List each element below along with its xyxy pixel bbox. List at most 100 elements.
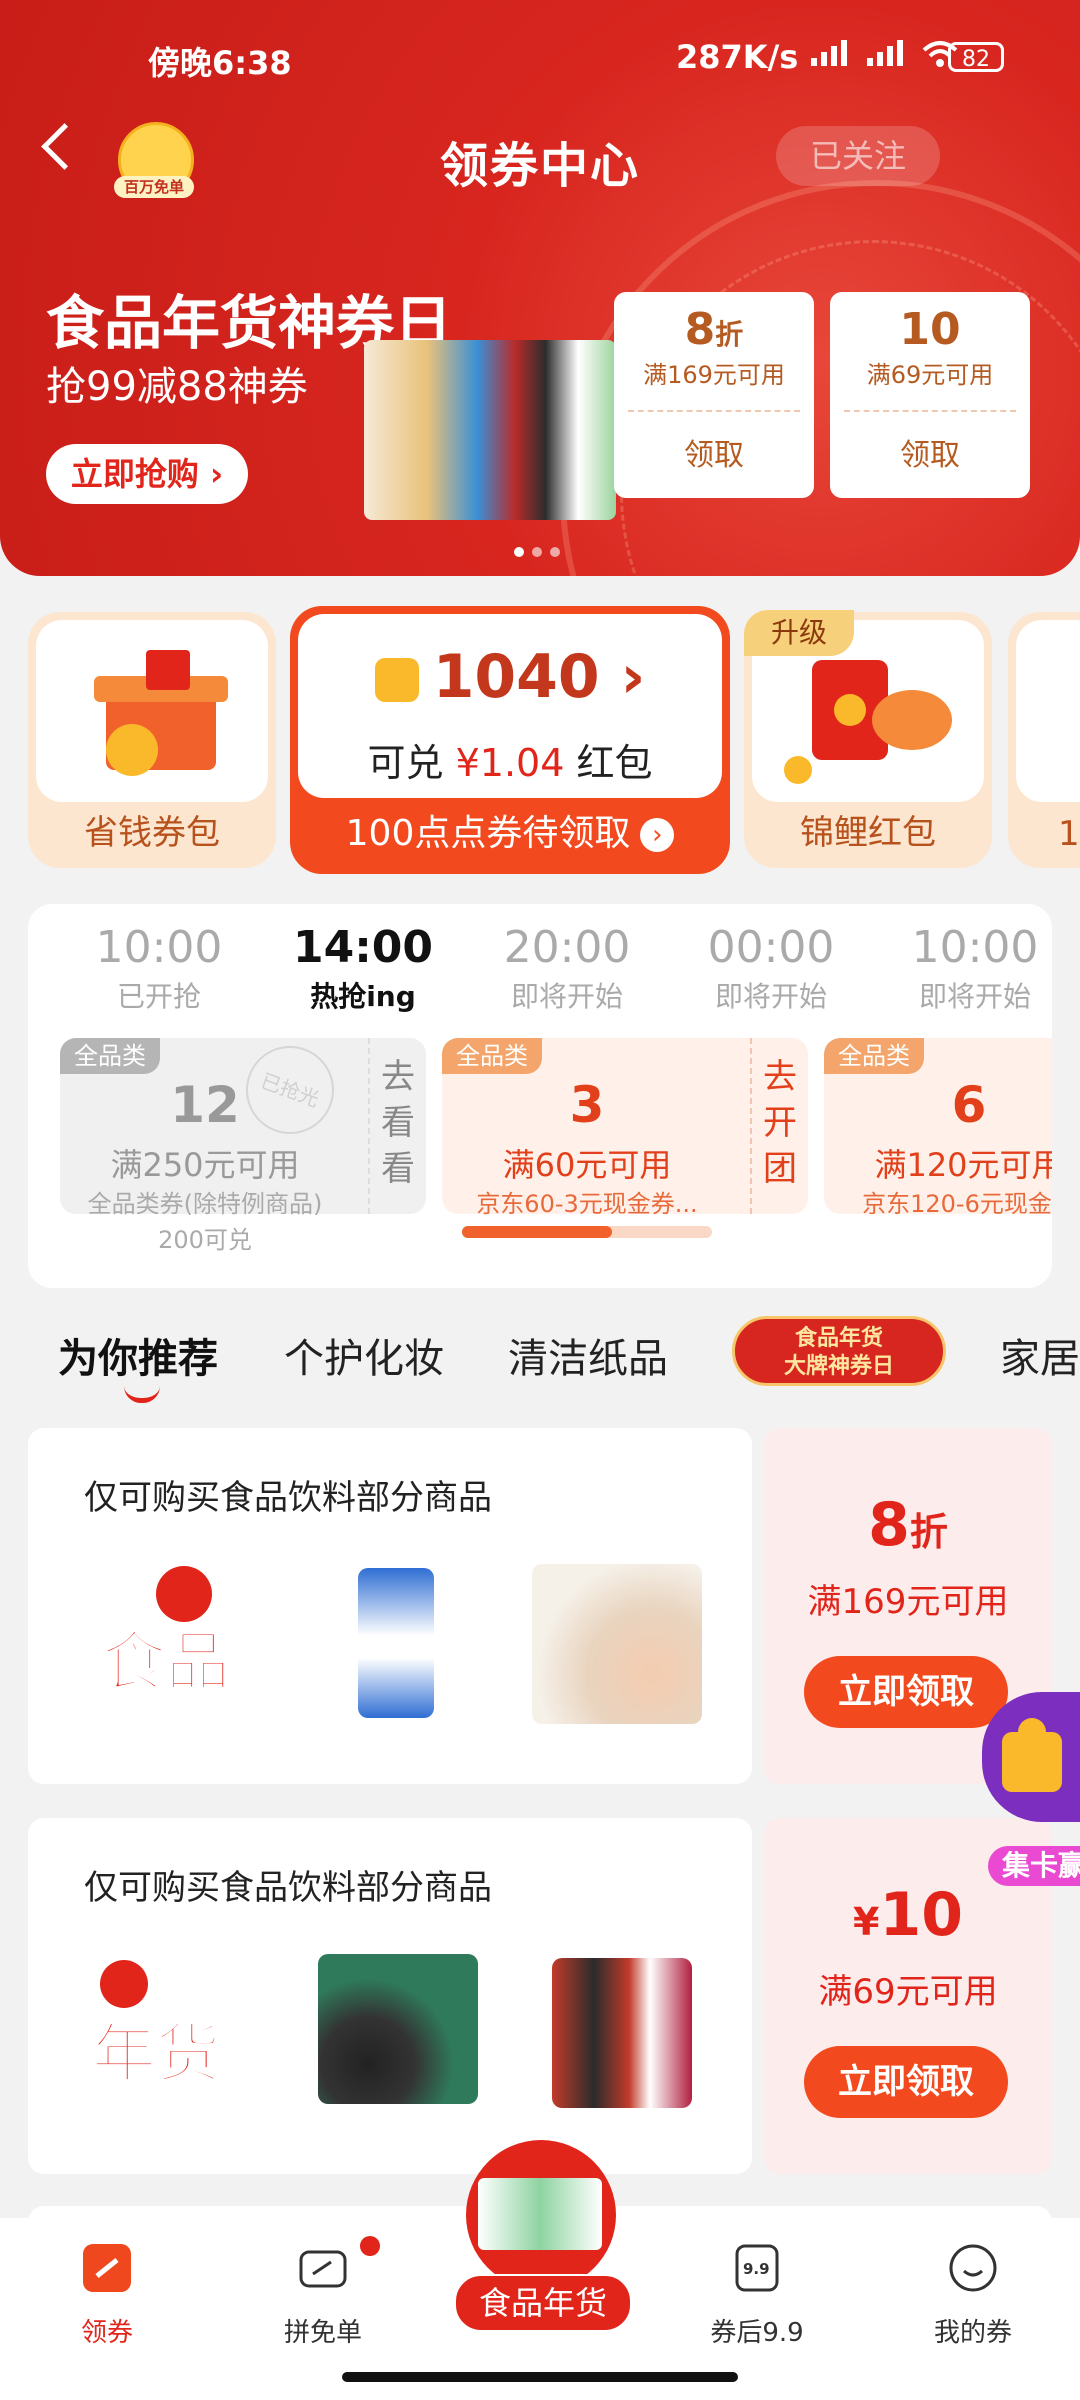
buy-now-button[interactable]: 立即抢购 ›	[46, 444, 248, 504]
slot-time: 00:00	[707, 922, 835, 973]
coupon-condition: 满169元可用	[807, 1582, 1009, 1622]
coupon-amount: 10	[899, 304, 961, 355]
time-coupon-soldout[interactable]: 全品类 12 满250元可用 全品类券(除特例商品) 200可兑 已抢光 去看看	[60, 1033, 426, 1254]
savings-pack-card[interactable]: 省钱券包	[28, 612, 276, 868]
coupon-currency: ¥	[853, 1900, 880, 1944]
time-coupon[interactable]: 全品类 3 满60元可用 京东60-3元现金券... 去开团	[442, 1038, 808, 1238]
flash-sale-panel: 10:00 已开抢 14:00 热抢ing 20:00 即将开始 00:00 即…	[28, 904, 1052, 1288]
coupon-desc: 全品类券(除特例商品)	[87, 1190, 323, 1218]
ticket-icon	[297, 2242, 349, 2294]
nav-label: 拼免单	[283, 2318, 362, 2348]
coin-icon	[374, 658, 419, 703]
new-year-logo-image: 年货	[84, 1954, 264, 2104]
carousel-dots	[510, 542, 564, 561]
progress-bar	[462, 1226, 712, 1238]
points-redpack-card[interactable]: 1040 › 可兑 ¥1.04 红包 100点点券待领取 ›	[290, 606, 730, 874]
time-slot[interactable]: 10:00 已开抢	[64, 922, 254, 1015]
nav-label: 领券	[80, 2318, 133, 2348]
smile-icon	[947, 2242, 999, 2294]
milk-carton-image	[358, 1568, 434, 1718]
nav-after-coupon[interactable]: 9.9 券后9.9	[682, 2242, 832, 2349]
slot-time: 10:00	[95, 922, 223, 973]
claim-now-button[interactable]: 立即领取	[804, 2046, 1008, 2118]
time-slot[interactable]: 10:00 即将开始	[880, 922, 1070, 1015]
coupon-scope: 仅可购买食品饮料部分商品	[84, 1478, 492, 1518]
claim-button[interactable]: 领取	[614, 430, 814, 474]
slot-time: 14:00	[292, 922, 434, 973]
gift-box-icon	[36, 620, 268, 802]
tab-recommend[interactable]: 为你推荐	[58, 1326, 218, 1384]
lucky-redpack-label: 锦鲤红包	[800, 813, 936, 853]
slot-time: 10:00	[911, 922, 1039, 973]
slot-status: 热抢ing	[310, 980, 416, 1013]
coupon-condition: 满250元可用	[110, 1146, 300, 1184]
start-group-button[interactable]: 去开团	[750, 1038, 808, 1214]
tab-underline	[124, 1386, 160, 1403]
coupon-amount: 8	[868, 1490, 910, 1560]
follow-button[interactable]: 已关注	[776, 126, 940, 186]
slot-time: 20:00	[503, 922, 631, 973]
coupon-amount: 6	[951, 1076, 987, 1134]
banner-coupon-2[interactable]: 10 满69元可用 领取	[830, 292, 1030, 498]
product-coupon-card[interactable]: 仅可购买食品饮料部分商品 食品 8折 满169元可用 立即领取	[28, 1428, 1052, 1784]
go-look-button[interactable]: 去看看	[368, 1038, 426, 1214]
coupon-unit: 折	[715, 318, 744, 351]
time-slot-active[interactable]: 14:00 热抢ing	[268, 922, 458, 1015]
battery-icon: 82	[948, 42, 1004, 72]
food-new-year-label[interactable]: 食品年货	[454, 2274, 632, 2332]
exchange-prefix: 可兑	[367, 741, 444, 785]
promo-banner[interactable]: 傍晚6:38 287K/s 82 百万免单 领券中心 已关注 食品年货神券日 抢…	[0, 0, 1080, 576]
notification-dot	[360, 2236, 380, 2256]
new-year-logo-text: 年货	[92, 2018, 220, 2092]
arrow-right-icon: ›	[640, 818, 675, 852]
coupon-condition: 满120元可用	[874, 1146, 1052, 1184]
fungus-pack-image	[318, 1954, 478, 2104]
claim-points-label: 100点点券待领取	[345, 813, 631, 854]
slot-status: 即将开始	[918, 980, 1031, 1013]
coupon-scope: 仅可购买食品饮料部分商品	[84, 1868, 492, 1908]
nav-group-free[interactable]: 拼免单	[248, 2242, 398, 2349]
coupon-desc: 京东60-3元现金券...	[476, 1190, 698, 1218]
slot-status: 即将开始	[714, 980, 827, 1013]
slot-status: 已开抢	[116, 980, 201, 1013]
puzzle-float-icon[interactable]	[982, 1692, 1080, 1822]
signal-icon	[809, 38, 853, 76]
coupon-amount: 10	[879, 1880, 963, 1950]
coupon-condition: 满69元可用	[818, 1972, 998, 2012]
badge-line1: 食品年货	[794, 1326, 883, 1351]
claim-now-button[interactable]: 立即领取	[804, 1656, 1008, 1728]
badge-line2: 大牌神券日	[783, 1354, 894, 1379]
time-coupon[interactable]: 全品类 6 满120元可用 京东120-6元现金券	[824, 1038, 1052, 1214]
upgrade-tag: 升级	[744, 610, 854, 656]
price-tag-text: 9.9	[743, 2260, 770, 2278]
nav-my-coupons[interactable]: 我的券	[898, 2242, 1048, 2349]
shrimp-jar-image	[532, 1564, 702, 1724]
nav-coupons[interactable]: 领券	[32, 2242, 182, 2349]
food-festival-tab[interactable]: 食品年货 大牌神券日	[732, 1316, 946, 1386]
coupon-icon	[81, 2242, 133, 2294]
collect-cards-label[interactable]: 集卡赢	[988, 1846, 1080, 1886]
time-slot[interactable]: 00:00 即将开始	[676, 922, 866, 1015]
banner-coupon-1[interactable]: 8折 满169元可用 领取	[614, 292, 814, 498]
chevron-right-icon: ›	[620, 642, 646, 712]
promo-subtitle: 抢99减88神券	[46, 364, 308, 410]
category-tag: 全品类	[442, 1038, 542, 1074]
exchange-suffix: 红包	[576, 741, 653, 785]
tab-personal-care[interactable]: 个护化妆	[284, 1326, 444, 1384]
coupon-amount: 8	[684, 304, 716, 355]
coupon-condition: 满69元可用	[866, 361, 994, 389]
category-tag: 全品类	[824, 1038, 924, 1074]
partial-card[interactable]: 1	[1008, 612, 1080, 868]
tab-home[interactable]: 家居	[1000, 1326, 1080, 1384]
claim-points-button[interactable]: 100点点券待领取 ›	[290, 804, 730, 856]
home-indicator[interactable]	[342, 2372, 738, 2382]
partial-card-label: 1	[1058, 814, 1080, 854]
coupon-amount: 3	[569, 1076, 605, 1134]
status-network: 287K/s	[676, 38, 960, 76]
price-tag-icon: 9.9	[731, 2242, 783, 2294]
tab-cleaning[interactable]: 清洁纸品	[508, 1326, 668, 1384]
product-coupon-card[interactable]: 仅可购买食品饮料部分商品 年货 ¥10 满69元可用 立即领取	[28, 1818, 1052, 2174]
claim-button[interactable]: 领取	[830, 430, 1030, 474]
time-slot[interactable]: 20:00 即将开始	[472, 922, 662, 1015]
coupon-desc: 京东120-6元现金券	[862, 1190, 1052, 1214]
